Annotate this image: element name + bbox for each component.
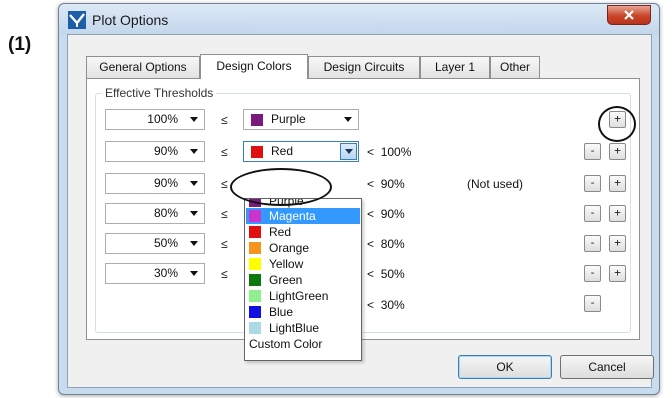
- add-row-button[interactable]: +: [609, 111, 626, 128]
- remove-row-button[interactable]: -: [584, 205, 601, 222]
- dropdown-option-orange[interactable]: Orange: [246, 240, 360, 256]
- dialog-body: General Options Design Colors Design Cir…: [67, 34, 654, 388]
- upper-bound-4: < 90%: [367, 207, 405, 221]
- dropdown-option-blue[interactable]: Blue: [246, 304, 360, 320]
- ok-button[interactable]: OK: [458, 355, 552, 379]
- color-swatch: [249, 274, 261, 286]
- threshold-select-5[interactable]: 50%: [105, 233, 205, 254]
- remove-row-button[interactable]: -: [584, 295, 601, 312]
- dropdown-option-lightblue[interactable]: LightBlue: [246, 320, 360, 336]
- color-dropdown-list[interactable]: Purple Magenta Red Orange Yellow Green L…: [244, 198, 362, 361]
- color-swatch: [249, 210, 261, 222]
- upper-bound-7: < 30%: [367, 298, 405, 312]
- le-symbol: ≤: [221, 177, 228, 191]
- dropdown-option-green[interactable]: Green: [246, 272, 360, 288]
- upper-bound-3: < 90%: [367, 177, 405, 191]
- le-symbol: ≤: [221, 237, 228, 251]
- dropdown-option-purple[interactable]: Purple: [246, 199, 360, 208]
- color-swatch: [249, 199, 261, 207]
- plot-app-icon: [68, 11, 86, 29]
- chevron-down-icon: [344, 117, 352, 122]
- chevron-down-icon: [190, 181, 198, 186]
- chevron-down-icon: [345, 149, 353, 154]
- add-row-button[interactable]: +: [609, 235, 626, 252]
- remove-row-button[interactable]: -: [584, 235, 601, 252]
- dropdown-button[interactable]: [340, 143, 357, 160]
- chevron-down-icon: [190, 149, 198, 154]
- dropdown-option-yellow[interactable]: Yellow: [246, 256, 360, 272]
- tab-design-colors[interactable]: Design Colors: [200, 54, 308, 79]
- step-label: (1): [8, 34, 32, 55]
- dropdown-option-lightgreen[interactable]: LightGreen: [246, 288, 360, 304]
- add-row-button[interactable]: +: [609, 175, 626, 192]
- dropdown-option-red[interactable]: Red: [246, 224, 360, 240]
- color-swatch: [251, 146, 263, 158]
- chevron-down-icon: [190, 117, 198, 122]
- chevron-down-icon: [190, 241, 198, 246]
- group-label: Effective Thresholds: [102, 86, 217, 100]
- cancel-button[interactable]: Cancel: [560, 355, 654, 379]
- color-select-2[interactable]: Red: [243, 141, 359, 162]
- color-swatch: [249, 226, 261, 238]
- close-x-icon: [624, 10, 634, 20]
- le-symbol: ≤: [221, 113, 228, 127]
- dropdown-option-custom-color[interactable]: Custom Color: [246, 336, 360, 352]
- dropdown-option-magenta[interactable]: Magenta: [246, 208, 360, 224]
- window-title: Plot Options: [92, 12, 169, 28]
- color-swatch: [249, 322, 261, 334]
- threshold-select-1[interactable]: 100%: [105, 109, 205, 130]
- remove-row-button[interactable]: -: [584, 265, 601, 282]
- upper-bound-2: < 100%: [367, 145, 412, 159]
- close-button[interactable]: [607, 5, 651, 25]
- remove-row-button[interactable]: -: [584, 143, 601, 160]
- remove-row-button[interactable]: -: [584, 175, 601, 192]
- le-symbol: ≤: [221, 267, 228, 281]
- upper-bound-5: < 80%: [367, 237, 405, 251]
- plot-options-dialog: Plot Options General Options Design Colo…: [58, 3, 660, 395]
- color-select-1[interactable]: Purple: [243, 109, 359, 130]
- add-row-button[interactable]: +: [609, 143, 626, 160]
- not-used-label: (Not used): [467, 177, 524, 191]
- design-colors-panel: Effective Thresholds 100% ≤ Purple + 90%…: [86, 78, 640, 340]
- title-bar: Plot Options: [59, 4, 659, 34]
- color-swatch: [249, 242, 261, 254]
- threshold-select-4[interactable]: 80%: [105, 203, 205, 224]
- add-row-button[interactable]: +: [609, 265, 626, 282]
- color-swatch: [251, 114, 263, 126]
- tab-other[interactable]: Other: [490, 56, 540, 78]
- color-swatch: [249, 290, 261, 302]
- le-symbol: ≤: [221, 207, 228, 221]
- tab-design-circuits[interactable]: Design Circuits: [308, 56, 420, 78]
- threshold-select-2[interactable]: 90%: [105, 141, 205, 162]
- chevron-down-icon: [190, 271, 198, 276]
- add-row-button[interactable]: +: [609, 205, 626, 222]
- threshold-select-6[interactable]: 30%: [105, 263, 205, 284]
- color-swatch: [249, 258, 261, 270]
- tab-layer-1[interactable]: Layer 1: [420, 56, 490, 78]
- tab-general-options[interactable]: General Options: [86, 56, 200, 78]
- chevron-down-icon: [190, 211, 198, 216]
- color-swatch: [249, 306, 261, 318]
- threshold-select-3[interactable]: 90%: [105, 173, 205, 194]
- upper-bound-6: < 50%: [367, 267, 405, 281]
- le-symbol: ≤: [221, 145, 228, 159]
